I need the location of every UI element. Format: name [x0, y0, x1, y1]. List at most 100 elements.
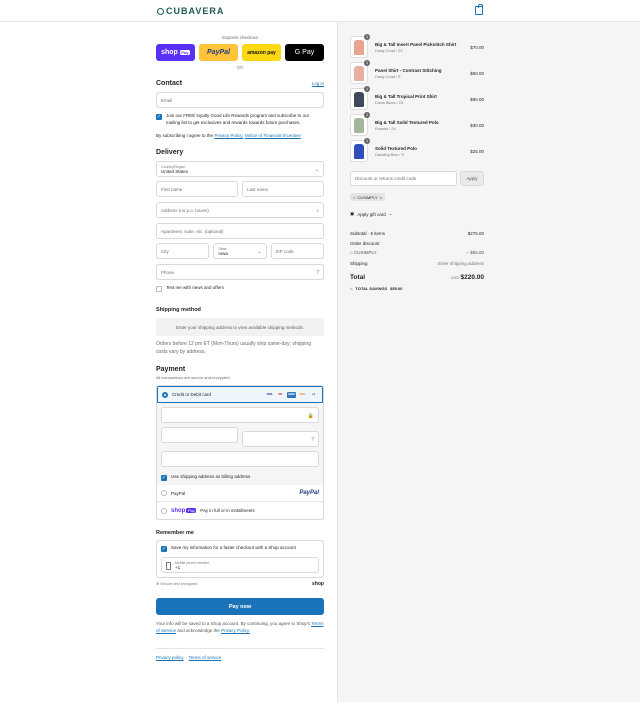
- radio-unselected-icon[interactable]: [161, 507, 167, 514]
- apartment-field[interactable]: Apartment, suite, etc. (optional): [156, 223, 324, 240]
- radio-unselected-icon[interactable]: [161, 490, 167, 497]
- item-variant: Dusty Coral / 2X: [375, 48, 403, 53]
- tag-icon: ⌂: [350, 286, 353, 291]
- first-name-placeholder: First name: [161, 186, 183, 192]
- zip-placeholder: ZIP code: [275, 248, 294, 254]
- mobile-phone-field[interactable]: Mobile phone number +1: [161, 557, 319, 574]
- shirt-icon: [354, 66, 364, 81]
- name-on-card-field[interactable]: [161, 451, 319, 468]
- checkbox-checked-icon[interactable]: ✓: [161, 475, 167, 482]
- checkbox-unchecked-icon[interactable]: [156, 286, 162, 293]
- privacy-policy-link[interactable]: Privacy Policy,: [214, 133, 243, 138]
- product-thumbnail: 1: [350, 86, 370, 110]
- last-name-placeholder: Last name: [247, 186, 269, 192]
- agree-prefix: By subscribing I agree to the: [156, 132, 214, 138]
- product-thumbnail: 1: [350, 60, 370, 84]
- paypal-label: PayPal: [171, 490, 186, 496]
- paypal-button[interactable]: PayPal: [199, 44, 238, 61]
- expiration-field[interactable]: [161, 427, 238, 444]
- legal-prefix: Your info will be saved to a Shop accoun…: [156, 621, 311, 627]
- credit-card-option[interactable]: Credit or Debit card VISA MC AMEX DISC +4: [157, 386, 323, 404]
- discover-icon: DISC: [299, 393, 306, 397]
- shop-pay-option[interactable]: shop Pay Pay in full or in installments: [157, 502, 323, 519]
- shipping-title: Shipping method: [156, 307, 201, 314]
- currency-code: USD: [450, 275, 460, 280]
- amazon-pay-button[interactable]: amazon pay: [242, 44, 281, 61]
- help-icon[interactable]: ?: [311, 437, 314, 443]
- save-info-checkbox-row[interactable]: ✓ Save my information for a faster checko…: [161, 545, 319, 553]
- item-name: Solid Textured Polo: [375, 145, 417, 151]
- shopping-bag-icon[interactable]: [475, 4, 483, 15]
- last-name-field[interactable]: Last name: [242, 181, 324, 198]
- shop-pay-text: Pay in full or in installments: [200, 508, 255, 514]
- item-variant: Dress Blues / 2X: [375, 100, 404, 105]
- apply-discount-button[interactable]: Apply: [460, 171, 484, 186]
- first-name-field[interactable]: First name: [156, 181, 238, 198]
- cart-item: 1 Panel Shirt - Contrast Stitching Dusty C…: [350, 60, 484, 84]
- privacy-policy-footer-link[interactable]: Privacy policy: [156, 655, 184, 660]
- zip-field[interactable]: ZIP code: [270, 243, 324, 260]
- card-number-field[interactable]: 🔒: [161, 407, 319, 424]
- header: CUBAVERA: [0, 0, 640, 22]
- chevron-down-icon: ⌄: [388, 211, 393, 216]
- google-pay-button[interactable]: G Pay: [285, 44, 324, 61]
- shipping-row: Shipping Enter shipping address: [350, 261, 484, 266]
- sms-checkbox-row[interactable]: Text me with news and offers: [156, 285, 324, 293]
- subtotal-value: $275.00: [467, 231, 484, 236]
- legal-middle: and acknowledge the: [177, 628, 220, 633]
- product-thumbnail: 1: [350, 112, 370, 136]
- quantity-badge: 1: [364, 34, 370, 40]
- optin-checkbox-row[interactable]: ✓ Join our FREE loyalty Good Life Rewards…: [156, 113, 324, 127]
- remember-box: ✓ Save my information for a faster checko…: [156, 540, 324, 579]
- apply-gift-card-toggle[interactable]: ▣ Apply gift card ⌄: [350, 211, 393, 217]
- legal-text: Your info will be saved to a Shop accoun…: [156, 621, 324, 635]
- item-variant: Dazzling Blue / S: [375, 152, 404, 157]
- tag-icon: ⌂: [353, 194, 356, 200]
- help-icon[interactable]: ?: [316, 270, 319, 276]
- address-field[interactable]: Address (no p.o. boxes) ⌕: [156, 202, 324, 219]
- contact-title: Contact: [156, 80, 183, 87]
- country-select[interactable]: Country/Region United States ⌄: [156, 161, 324, 178]
- remove-discount-icon[interactable]: ×: [380, 195, 382, 200]
- payment-subtitle: All transactions are secure and encrypte…: [156, 375, 231, 381]
- city-field[interactable]: City: [156, 243, 210, 260]
- paypal-option[interactable]: PayPal PayPal: [157, 485, 323, 503]
- email-field[interactable]: Email: [156, 92, 324, 108]
- item-price: $90.00: [470, 96, 484, 102]
- phone-field[interactable]: Phone?: [156, 264, 324, 281]
- terms-footer-link[interactable]: Terms of service: [189, 655, 222, 660]
- pay-now-button[interactable]: Pay now: [156, 598, 324, 616]
- product-thumbnail: 1: [350, 34, 370, 58]
- login-link[interactable]: Log in: [312, 81, 324, 86]
- or-divider: OR: [236, 65, 244, 70]
- phone-icon: [166, 562, 171, 571]
- quantity-badge: 1: [364, 86, 370, 92]
- brand-logo[interactable]: CUBAVERA: [157, 6, 224, 16]
- state-select[interactable]: State Iowa ⌄: [213, 243, 267, 260]
- country-value: United States: [161, 168, 189, 174]
- paypal-logo: PayPal: [299, 490, 319, 497]
- phone-placeholder: Phone: [161, 269, 175, 275]
- radio-selected-icon[interactable]: [162, 391, 168, 398]
- billing-checkbox-row[interactable]: ✓ Use shipping address as billing address: [161, 474, 319, 482]
- security-code-field[interactable]: ?: [242, 431, 319, 448]
- financial-incentive-link[interactable]: Notice of Financial Incentive: [245, 133, 301, 138]
- gift-icon: ▣: [350, 211, 355, 216]
- discount-placeholder: Discount or returns credit code: [355, 176, 417, 181]
- sms-text: Text me with news and offers: [166, 285, 224, 291]
- shop-privacy-link[interactable]: Privacy Policy.: [221, 628, 250, 633]
- payment-title: Payment: [156, 366, 186, 374]
- item-variant: Dusty Coral / S: [375, 74, 401, 79]
- cart-item: 1 Big & Tall Solid Textured Polo Rosado / …: [350, 112, 484, 136]
- mastercard-icon: MC: [278, 393, 283, 397]
- shop-pay-logo: shop: [161, 49, 178, 56]
- card-fields: 🔒 ? ✓ Use shipping address as billing add…: [157, 403, 323, 486]
- shop-pay-button[interactable]: shop Pay: [156, 44, 195, 61]
- checkbox-checked-icon[interactable]: ✓: [156, 114, 162, 120]
- checkbox-checked-icon[interactable]: ✓: [161, 546, 167, 553]
- apartment-placeholder: Apartment, suite, etc. (optional): [161, 228, 224, 234]
- billing-text: Use shipping address as billing address: [171, 474, 251, 480]
- address-placeholder: Address (no p.o. boxes): [161, 207, 209, 213]
- discount-code-field[interactable]: Discount or returns credit code: [350, 171, 457, 186]
- total-savings-row: ⌂ TOTAL SAVINGS $55.00: [350, 286, 484, 291]
